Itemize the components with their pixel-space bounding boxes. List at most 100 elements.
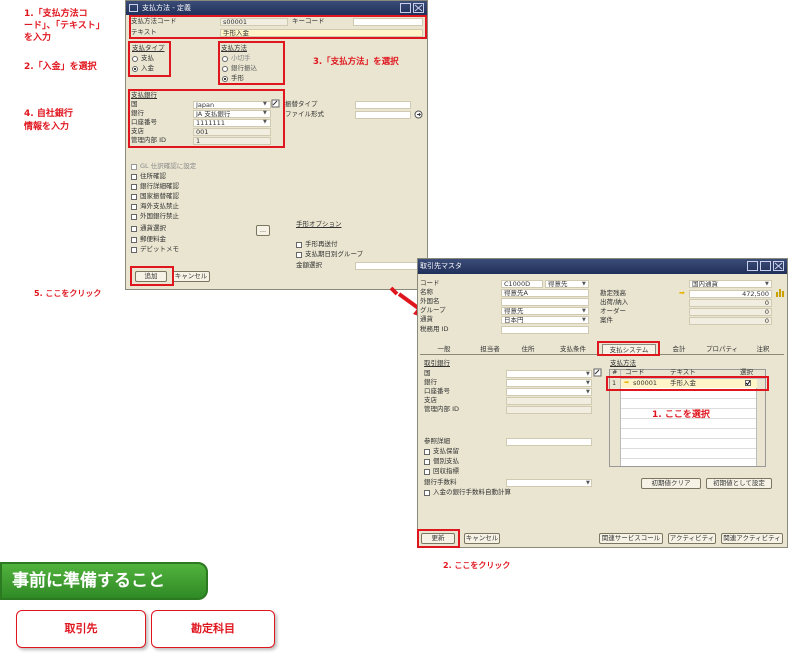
balance-value: 472,500 xyxy=(689,290,772,298)
gl-label: GL 仕訳確認に設定 xyxy=(140,162,197,170)
chevron-down-icon[interactable]: ▼ xyxy=(582,308,586,314)
bp-code-field[interactable]: C1000D xyxy=(501,280,543,288)
set-default-button[interactable]: 初期値として設定 xyxy=(706,478,772,489)
bp-currency-label: 通貨 xyxy=(420,315,433,323)
business-partner-button[interactable]: 取引先 xyxy=(16,610,146,648)
caption-step1b: ード」、「テキスト」 xyxy=(24,21,105,31)
chevron-down-icon[interactable]: ▼ xyxy=(582,317,586,323)
ref-field[interactable] xyxy=(506,438,592,446)
window-icon xyxy=(129,4,138,12)
bp-tax-field[interactable] xyxy=(501,326,589,334)
overseas-label: 海外支払禁止 xyxy=(140,202,179,210)
debit-memo-checkbox[interactable] xyxy=(131,247,137,253)
tab-general[interactable]: 一般 xyxy=(432,344,456,355)
bar-chart-icon[interactable] xyxy=(775,288,784,297)
tab-contact[interactable]: 担当者 xyxy=(475,344,505,355)
bank-detail-checkbox[interactable] xyxy=(131,184,137,190)
auto-fee-label: 入金の銀行手数料自動計算 xyxy=(433,488,511,496)
caption-step1c: を入力 xyxy=(24,33,52,43)
address-checkbox[interactable] xyxy=(131,174,137,180)
foreign-bank-checkbox[interactable] xyxy=(131,214,137,220)
close-icon[interactable] xyxy=(413,3,424,13)
related-activity-button[interactable]: 関連アクティビティ xyxy=(721,533,783,544)
highlight-code-text xyxy=(129,15,427,39)
bp-bank-name-field[interactable] xyxy=(506,379,592,387)
hold-checkbox[interactable] xyxy=(424,449,430,455)
collect-checkbox[interactable] xyxy=(424,469,430,475)
chevron-down-icon[interactable]: ▼ xyxy=(582,281,586,287)
arrow-right-icon[interactable] xyxy=(414,110,423,119)
bp-inner-field[interactable] xyxy=(506,406,592,414)
dialog1-titlebar: 支払方法 - 定義 xyxy=(126,1,427,15)
cancel-button[interactable]: キャンセル xyxy=(172,271,210,282)
single-pay-checkbox[interactable] xyxy=(424,459,430,465)
national-checkbox[interactable] xyxy=(131,194,137,200)
transfer-type-label: 振替タイプ xyxy=(285,100,318,108)
bp-account-label: 口座番号 xyxy=(424,387,450,395)
opportunity-label: 案件 xyxy=(600,316,613,324)
collect-label: 回収指標 xyxy=(433,467,459,475)
currency-select-button[interactable]: ... xyxy=(256,225,270,236)
auto-fee-checkbox[interactable] xyxy=(424,490,430,496)
bp-branch-field[interactable] xyxy=(506,397,592,405)
bp-currency-field[interactable]: 日本円 xyxy=(501,316,589,324)
highlight-pm-row xyxy=(606,376,769,391)
bp-foreign-field[interactable] xyxy=(501,298,589,306)
caption-r1: 1. ここを選択 xyxy=(652,410,710,420)
tab-accounting[interactable]: 会計 xyxy=(668,344,690,355)
close-icon[interactable] xyxy=(773,261,784,271)
national-label: 国家振替確認 xyxy=(140,192,179,200)
bp-group-label: グループ xyxy=(420,306,446,314)
account-button[interactable]: 勘定科目 xyxy=(151,610,275,648)
caption-r2: 2. ここをクリック xyxy=(443,561,511,570)
gl-checkbox[interactable] xyxy=(131,164,137,170)
maximize-icon[interactable] xyxy=(760,261,771,271)
link-icon[interactable] xyxy=(593,368,602,377)
shipping-value: 0 xyxy=(689,299,772,307)
account-button-label: 勘定科目 xyxy=(191,622,235,635)
bill-resend-label: 手形再送付 xyxy=(305,240,338,248)
currency-display-select[interactable]: 国内通貨 xyxy=(689,280,772,288)
tab-properties[interactable]: プロパティ xyxy=(704,344,740,355)
maximize-icon[interactable] xyxy=(400,3,411,13)
bp-name-label: 名称 xyxy=(420,288,433,296)
due-group-checkbox[interactable] xyxy=(296,252,302,258)
postage-checkbox[interactable] xyxy=(131,237,137,243)
dialog1-title: 支払方法 - 定義 xyxy=(142,4,191,12)
dialog2-title: 取引先マスタ xyxy=(420,262,462,270)
fee-label: 銀行手数料 xyxy=(424,478,457,486)
scrollbar[interactable] xyxy=(756,379,765,466)
bill-resend-checkbox[interactable] xyxy=(296,242,302,248)
overseas-checkbox[interactable] xyxy=(131,204,137,210)
service-call-button[interactable]: 関連サービスコール xyxy=(599,533,663,544)
order-label: オーダー xyxy=(600,307,626,315)
tab-remarks[interactable]: 注釈 xyxy=(752,344,774,355)
chevron-down-icon[interactable]: ▼ xyxy=(586,480,590,486)
minimize-icon[interactable] xyxy=(747,261,758,271)
activity-button[interactable]: アクティビティ xyxy=(668,533,716,544)
transfer-type-field[interactable] xyxy=(355,101,411,109)
currency-checkbox[interactable] xyxy=(131,226,137,232)
chevron-down-icon[interactable]: ▼ xyxy=(586,371,590,377)
pm-label: 支払方法 xyxy=(610,359,636,367)
bp-name-field[interactable]: 得意先A xyxy=(501,289,589,297)
bp-country-field[interactable] xyxy=(506,370,592,378)
amount-label: 金額選択 xyxy=(296,261,322,269)
chevron-down-icon[interactable]: ▼ xyxy=(765,281,769,287)
bp-cancel-button[interactable]: キャンセル xyxy=(464,533,500,544)
clear-default-button[interactable]: 初期値クリア xyxy=(641,478,701,489)
bp-account-field[interactable] xyxy=(506,388,592,396)
chevron-down-icon[interactable]: ▼ xyxy=(586,389,590,395)
tab-address[interactable]: 住所 xyxy=(517,344,539,355)
bank-detail-label: 銀行詳細確認 xyxy=(140,182,179,190)
amount-field[interactable] xyxy=(355,262,423,270)
balance-label: 勘定残高 xyxy=(600,289,626,297)
shipping-label: 出荷/納入 xyxy=(600,298,629,306)
tab-payment-terms[interactable]: 支払条件 xyxy=(556,344,590,355)
arrow-link-icon[interactable]: ➡ xyxy=(679,289,685,297)
section-heading: 事前に準備すること xyxy=(0,562,208,600)
fee-field[interactable] xyxy=(506,479,592,487)
chevron-down-icon[interactable]: ▼ xyxy=(586,380,590,386)
bp-group-field[interactable]: 得意先 xyxy=(501,307,589,315)
file-format-field[interactable] xyxy=(355,111,411,119)
